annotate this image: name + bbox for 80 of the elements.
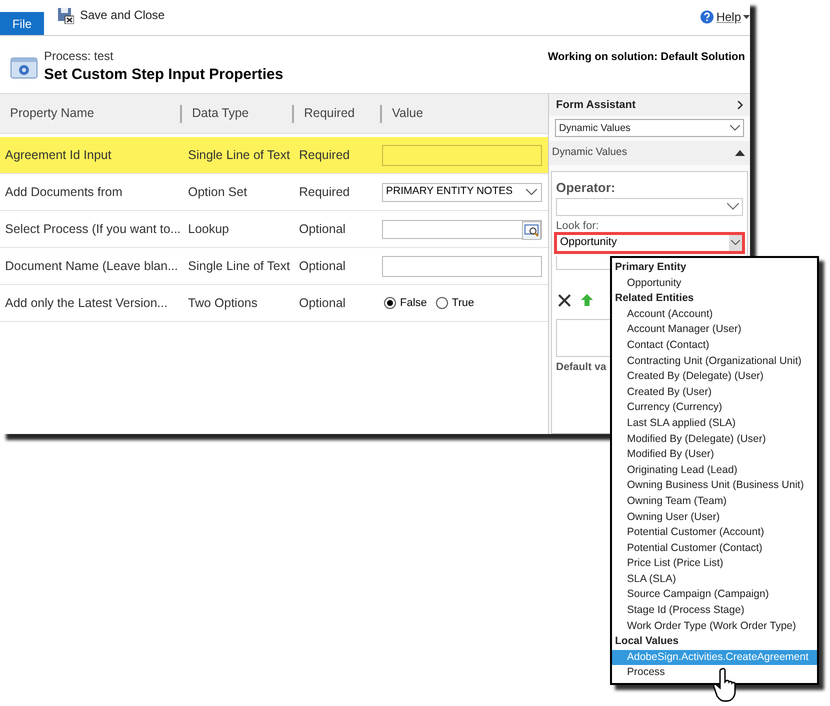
- group-header: Primary Entity: [614, 260, 688, 275]
- table-row[interactable]: Add Documents from Option Set Required PRIMARY ENTITY NOTES: [0, 174, 548, 211]
- help-button[interactable]: Help: [700, 8, 750, 26]
- mode-select[interactable]: Dynamic Values: [555, 119, 744, 137]
- required-status: Required: [298, 146, 351, 164]
- input-field[interactable]: [382, 256, 542, 276]
- file-tab[interactable]: File: [0, 12, 44, 35]
- list-option[interactable]: Source Campaign (Campaign): [612, 587, 817, 604]
- chevron-down-icon: [727, 203, 739, 210]
- lookup-field[interactable]: [382, 220, 542, 238]
- field-label: Operator:: [556, 179, 616, 197]
- list-option[interactable]: Contact (Contact): [612, 338, 817, 354]
- list-option[interactable]: Modified By (Delegate) (User): [612, 432, 817, 448]
- data-type: Lookup: [187, 220, 230, 238]
- solution-label: Working on solution: Default Solution: [548, 50, 745, 65]
- up-arrow-icon: [581, 294, 593, 306]
- close-icon: [558, 294, 571, 306]
- list-option[interactable]: Last SLA applied (SLA): [612, 416, 817, 432]
- required-status: Optional: [298, 258, 347, 275]
- lookup-icon: [522, 220, 541, 240]
- input-field[interactable]: [382, 144, 542, 166]
- help-icon: [700, 10, 714, 24]
- list-option[interactable]: Account (Account): [612, 306, 817, 322]
- section-header[interactable]: Dynamic Values: [549, 141, 750, 165]
- property-name: Document Name (Leave blan...: [4, 258, 180, 275]
- table-row[interactable]: Agreement Id Input Single Line of Text Required: [0, 137, 548, 174]
- caret-icon: [743, 15, 750, 19]
- chevron-icon: [737, 101, 743, 109]
- column-header[interactable]: Property Name: [10, 104, 94, 123]
- field-label: Default va: [556, 360, 606, 374]
- chevron-down-icon: [526, 189, 537, 195]
- property-name: Select Process (If you want to...: [4, 220, 182, 238]
- group-header: Related Entities: [614, 291, 695, 306]
- column-header[interactable]: Data Type: [192, 104, 249, 123]
- column-header[interactable]: Required: [304, 104, 355, 123]
- property-name: Agreement Id Input: [4, 146, 112, 164]
- required-status: Required: [298, 184, 351, 201]
- list-option[interactable]: Potential Customer (Account): [612, 525, 817, 541]
- radio-option[interactable]: False: [384, 294, 427, 312]
- list-option[interactable]: Stage Id (Process Stage): [612, 603, 817, 619]
- list-option[interactable]: Work Order Type (Work Order Type): [612, 618, 817, 634]
- list-option[interactable]: Originating Lead (Lead): [612, 462, 817, 478]
- process-label: Process: test: [44, 48, 114, 64]
- required-status: Optional: [298, 294, 347, 312]
- save-and-close-button[interactable]: Save and Close: [57, 6, 165, 24]
- dropdown-button[interactable]: [729, 234, 742, 250]
- list-option[interactable]: Contracting Unit (Organizational Unit): [612, 354, 817, 370]
- table-row[interactable]: Add only the Latest Version... Two Options Optional False True: [0, 285, 548, 322]
- option-select[interactable]: PRIMARY ENTITY NOTES: [382, 182, 542, 202]
- list-option[interactable]: Owning Business Unit (Business Unit): [612, 478, 817, 494]
- data-type: Two Options: [187, 294, 258, 312]
- table-row[interactable]: Document Name (Leave blan... Single Line of Text Optional: [0, 248, 548, 285]
- list-option[interactable]: Owning User (User): [612, 510, 817, 526]
- required-status: Optional: [298, 220, 347, 238]
- list-option[interactable]: Price List (Price List): [612, 556, 817, 572]
- list-option[interactable]: SLA (SLA): [612, 572, 817, 588]
- panel-title: Form Assistant: [556, 98, 636, 113]
- list-option[interactable]: Currency (Currency): [612, 400, 817, 416]
- property-name: Add only the Latest Version...: [4, 294, 169, 312]
- table-row[interactable]: Select Process (If you want to... Lookup Optional: [0, 211, 548, 248]
- field-label: Look for:: [556, 220, 600, 232]
- list-option[interactable]: Potential Customer (Contact): [612, 540, 817, 556]
- chevron-down-icon: [730, 125, 740, 131]
- list-option[interactable]: Modified By (User): [612, 447, 817, 463]
- group-header: Local Values: [614, 634, 680, 650]
- list-option[interactable]: Created By (Delegate) (User): [612, 369, 817, 385]
- column-header[interactable]: Value: [392, 104, 424, 123]
- list-option[interactable]: Account Manager (User): [612, 322, 817, 338]
- list-option[interactable]: Process: [612, 665, 817, 682]
- data-type: Single Line of Text: [187, 146, 291, 164]
- data-type: Single Line of Text: [187, 258, 291, 275]
- list-option[interactable]: Owning Team (Team): [612, 494, 817, 510]
- list-option[interactable]: Opportunity: [612, 276, 817, 292]
- page-title: Set Custom Step Input Properties: [44, 65, 284, 85]
- chevron-down-icon: [731, 240, 740, 245]
- data-type: Option Set: [187, 184, 248, 201]
- property-name: Add Documents from: [4, 184, 124, 201]
- look-for-select[interactable]: Opportunity: [554, 232, 745, 254]
- list-option[interactable]: Created By (User): [612, 384, 817, 400]
- radio-option[interactable]: True: [436, 294, 474, 312]
